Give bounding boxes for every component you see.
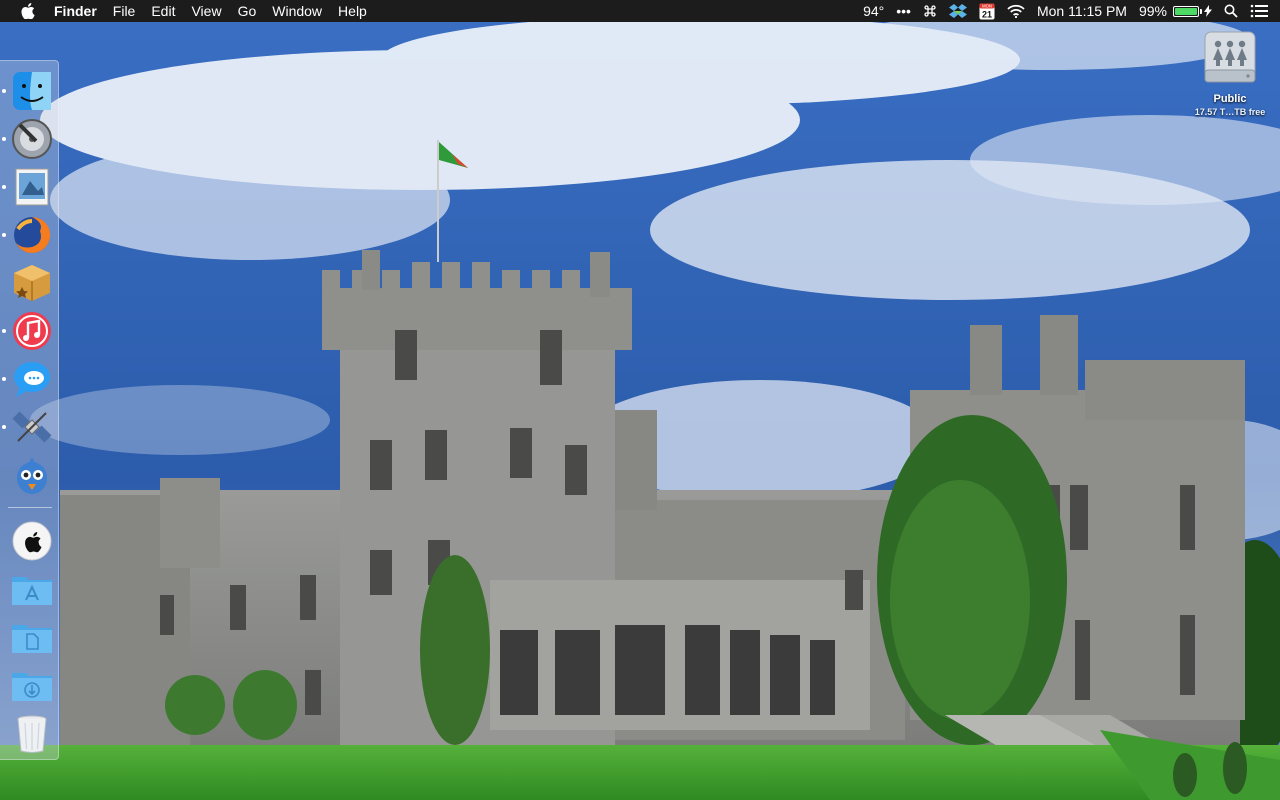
disk-utility-icon (12, 119, 52, 159)
more-menu[interactable]: ••• (896, 3, 911, 19)
dock-finder[interactable] (10, 69, 54, 113)
dock-package[interactable] (10, 261, 54, 305)
dock-separator (8, 507, 52, 508)
documents-folder-icon (12, 625, 52, 653)
dropbox-icon[interactable] (948, 3, 967, 19)
drive-free-space: 17.57 T…TB free (1194, 107, 1266, 117)
trash-icon (17, 715, 47, 753)
dock-documents-folder[interactable] (10, 615, 54, 659)
dock-messages[interactable] (10, 357, 54, 401)
dock-apple-stack[interactable] (10, 519, 54, 563)
tweetbot-icon (17, 457, 47, 494)
dock-applications-folder[interactable] (10, 567, 54, 611)
dock-tweetbot[interactable] (10, 453, 54, 497)
spotlight-search-icon[interactable] (1224, 4, 1238, 18)
drive-label: Public (1213, 93, 1247, 105)
network-drive-icon (1204, 31, 1256, 83)
battery-level (1175, 7, 1197, 15)
downloads-folder-icon (12, 673, 52, 701)
firefox-icon (14, 216, 51, 253)
command-icon[interactable] (923, 4, 937, 18)
menu-edit[interactable]: Edit (143, 0, 183, 22)
satellite-icon (12, 411, 52, 443)
lightning-icon (1204, 5, 1212, 17)
dock (0, 60, 59, 760)
dock-downloads-folder[interactable] (10, 663, 54, 707)
calendar-day-label: MON (982, 3, 992, 8)
menu-window[interactable]: Window (264, 0, 330, 22)
wifi-icon[interactable] (1007, 4, 1025, 18)
dock-itunes[interactable] (10, 309, 54, 353)
menu-bar: Finder File Edit View Go Window Help 94°… (0, 0, 1280, 22)
dock-disk-utility[interactable] (10, 117, 54, 161)
dock-firefox[interactable] (10, 213, 54, 257)
calendar-date-label: 21 (982, 9, 992, 19)
finder-icon (13, 72, 51, 110)
itunes-icon (13, 312, 51, 350)
menu-file[interactable]: File (105, 0, 144, 22)
preview-icon (15, 168, 49, 206)
menu-help[interactable]: Help (330, 0, 375, 22)
temperature-widget[interactable]: 94° (863, 3, 884, 19)
battery-icon[interactable] (1173, 5, 1212, 17)
dock-trash[interactable] (10, 711, 54, 755)
apple-stack-icon (12, 521, 52, 561)
desktop-public-drive[interactable]: Public 17.57 T…TB free (1186, 30, 1274, 117)
calendar-icon[interactable]: MON 21 (979, 3, 995, 20)
apple-logo-icon[interactable] (17, 3, 39, 19)
menu-app-name[interactable]: Finder (50, 0, 105, 22)
applications-folder-icon (12, 577, 52, 605)
dock-system-utility[interactable] (10, 405, 54, 449)
dock-preview[interactable] (10, 165, 54, 209)
clock[interactable]: Mon 11:15 PM (1037, 3, 1127, 19)
notification-center-icon[interactable] (1250, 4, 1268, 18)
castle-wallpaper (0, 0, 1280, 800)
menu-go[interactable]: Go (230, 0, 265, 22)
battery-percent[interactable]: 99% (1139, 3, 1167, 19)
menu-view[interactable]: View (183, 0, 229, 22)
package-icon (14, 265, 50, 301)
messages-icon (14, 362, 50, 397)
